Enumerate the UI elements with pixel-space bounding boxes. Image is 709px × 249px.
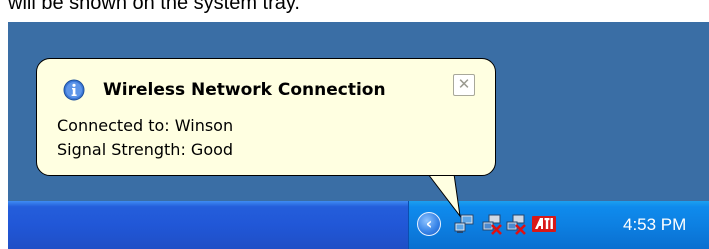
wireless-connected-icon[interactable]: [453, 213, 475, 235]
balloon-title: Wireless Network Connection: [103, 80, 386, 100]
connected-to-text: Connected to: Winson: [57, 116, 234, 135]
desktop: ‹ 4:53 PM Wireless Network Connection ✕ …: [8, 22, 709, 249]
network-disconnected-icon[interactable]: [481, 213, 503, 235]
show-hidden-icons-button[interactable]: ‹: [417, 212, 441, 236]
network-disconnected-icon[interactable]: [505, 213, 527, 235]
taskbar: ‹ 4:53 PM: [8, 201, 709, 249]
notification-balloon[interactable]: Wireless Network Connection ✕ Connected …: [36, 58, 496, 176]
ati-icon[interactable]: [531, 213, 557, 235]
page-caption: will be shown on the system tray.: [8, 0, 300, 14]
system-tray: ‹ 4:53 PM: [408, 201, 709, 249]
info-icon: [63, 79, 85, 101]
clock[interactable]: 4:53 PM: [623, 201, 686, 249]
signal-strength-text: Signal Strength: Good: [57, 140, 234, 159]
close-button[interactable]: ✕: [453, 74, 475, 96]
